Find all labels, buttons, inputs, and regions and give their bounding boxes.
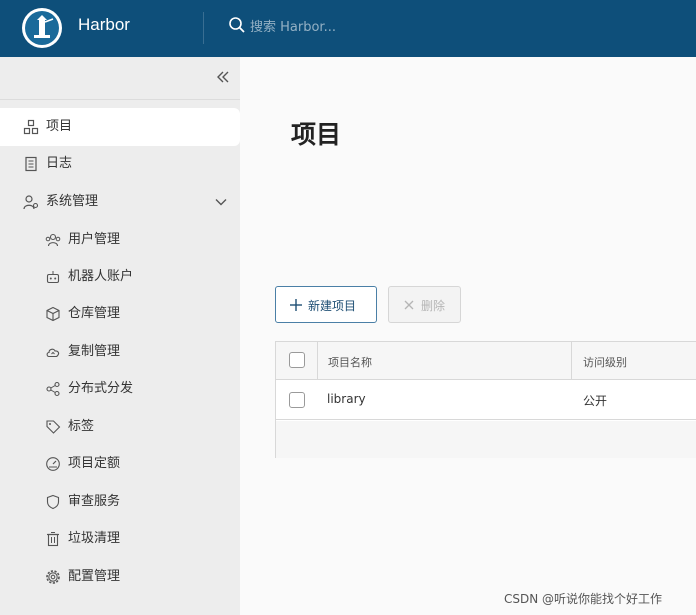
harbor-logo-icon[interactable]: [22, 8, 62, 48]
column-separator[interactable]: [571, 342, 572, 380]
top-header: Harbor: [0, 0, 696, 57]
watermark: CSDN @听说你能找个好工作: [504, 592, 663, 606]
sidebar-item-label: 分布式分发: [68, 381, 134, 396]
registry-icon: [46, 306, 60, 322]
column-separator: [317, 342, 318, 380]
sidebar-item-label: 用户管理: [68, 232, 121, 247]
sidebar-item-users[interactable]: 用户管理: [0, 221, 240, 259]
sidebar-item-label: 项目定额: [68, 456, 121, 471]
collapse-sidebar-icon[interactable]: [213, 67, 233, 87]
access-level-cell: 公开: [583, 394, 608, 408]
sidebar-item-replications[interactable]: 复制管理: [0, 333, 240, 371]
header-divider: [203, 12, 204, 44]
table-footer: [276, 421, 696, 458]
sidebar-item-label: 项目: [46, 119, 73, 134]
gear-icon: [46, 570, 60, 584]
logs-icon: [25, 156, 37, 172]
global-search[interactable]: [228, 14, 428, 42]
admin-icon: [23, 195, 39, 210]
column-header-name[interactable]: 项目名称: [328, 354, 372, 370]
trash-icon: [47, 532, 59, 547]
chevron-down-icon[interactable]: [214, 195, 228, 209]
sidebar-item-project-quotas[interactable]: 项目定额: [0, 445, 240, 483]
sidebar-item-logs[interactable]: 日志: [0, 145, 240, 183]
search-input[interactable]: [250, 16, 420, 38]
app-title[interactable]: Harbor: [78, 15, 130, 35]
sidebar-item-label: 标签: [68, 419, 95, 434]
delete-label: 删除: [421, 299, 446, 313]
sidebar-item-label: 系统管理: [46, 194, 99, 209]
new-project-label: 新建项目: [308, 299, 357, 313]
new-project-button[interactable]: 新建项目: [275, 286, 377, 323]
sidebar-item-labels[interactable]: 标签: [0, 408, 240, 446]
table-row: library 公开: [276, 380, 696, 420]
quota-icon: [46, 457, 60, 471]
sidebar-item-distributions[interactable]: 分布式分发: [0, 370, 240, 408]
project-name-link[interactable]: library: [327, 392, 366, 406]
search-icon: [229, 17, 245, 33]
sidebar: 项目 日志 系统管理 用户管理 机器人账户 仓库管理 复制管理 分布式分发 标签…: [0, 57, 240, 615]
share-icon: [46, 381, 60, 397]
projects-icon: [23, 119, 39, 135]
select-all-checkbox[interactable]: [289, 352, 305, 368]
sidebar-item-label: 垃圾清理: [68, 531, 121, 546]
projects-table: 项目名称 访问级别 library 公开: [275, 341, 696, 458]
sidebar-item-registries[interactable]: 仓库管理: [0, 295, 240, 333]
sidebar-item-label: 机器人账户: [68, 269, 134, 284]
cloud-icon: [46, 348, 60, 358]
row-checkbox[interactable]: [289, 392, 305, 408]
table-header: 项目名称 访问级别: [276, 342, 696, 380]
sidebar-item-robot-accounts[interactable]: 机器人账户: [0, 258, 240, 296]
robot-icon: [46, 271, 60, 284]
sidebar-divider: [0, 99, 240, 100]
plus-icon: [290, 299, 302, 311]
sidebar-item-label: 仓库管理: [68, 306, 121, 321]
users-icon: [45, 233, 61, 247]
sidebar-item-administration[interactable]: 系统管理: [0, 183, 240, 221]
sidebar-item-label: 审查服务: [68, 494, 121, 509]
sidebar-item-projects[interactable]: 项目: [0, 108, 240, 146]
tag-icon: [46, 420, 61, 434]
sidebar-item-configuration[interactable]: 配置管理: [0, 558, 240, 596]
sidebar-item-label: 配置管理: [68, 569, 121, 584]
column-header-access-level[interactable]: 访问级别: [583, 354, 627, 370]
close-icon: [404, 300, 414, 310]
sidebar-item-interrogation-services[interactable]: 审查服务: [0, 483, 240, 521]
delete-button[interactable]: 删除: [388, 286, 461, 323]
sidebar-item-garbage-collection[interactable]: 垃圾清理: [0, 520, 240, 558]
sidebar-item-label: 日志: [46, 156, 73, 171]
sidebar-item-label: 复制管理: [68, 344, 121, 359]
shield-icon: [46, 494, 60, 510]
page-title: 项目: [291, 120, 342, 149]
